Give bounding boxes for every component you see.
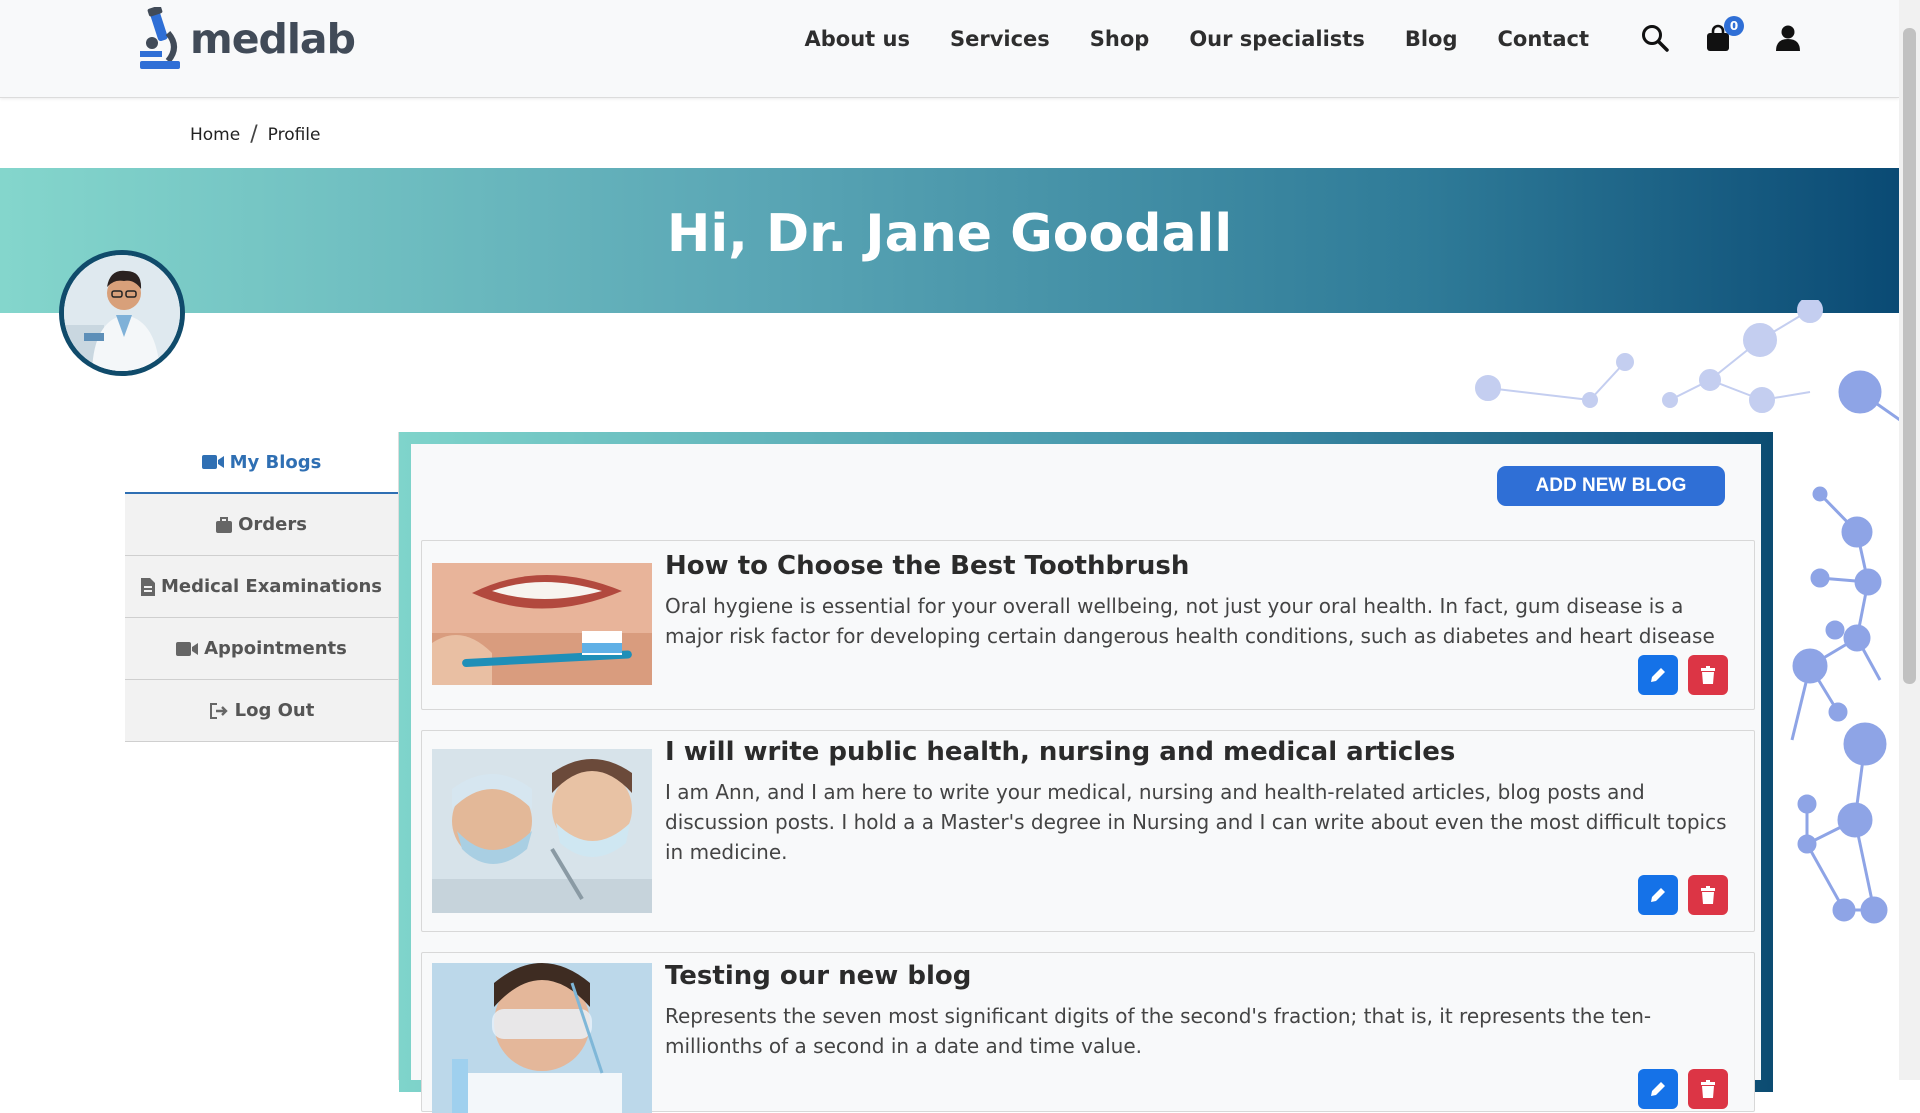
blog-excerpt: Represents the seven most significant di… — [665, 1004, 1652, 1058]
pencil-icon — [1651, 668, 1665, 682]
trash-icon — [1701, 886, 1715, 904]
nav-shop[interactable]: Shop — [1090, 27, 1150, 51]
sidebar-item-my-blogs[interactable]: My Blogs — [125, 432, 398, 494]
search-icon[interactable] — [1641, 24, 1669, 56]
main-nav: About us Services Shop Our specialists B… — [805, 0, 1590, 78]
delete-blog-button[interactable] — [1688, 655, 1728, 695]
cart-count-badge: 0 — [1724, 16, 1744, 36]
profile-banner: Hi, Dr. Jane Goodall — [0, 168, 1899, 313]
breadcrumb-separator: / — [250, 122, 258, 147]
sidebar-item-appointments[interactable]: Appointments — [125, 618, 398, 680]
video-camera-icon — [176, 641, 199, 656]
blog-excerpt: I am Ann, and I am here to write your me… — [665, 780, 1727, 864]
blog-thumbnail-toothbrush[interactable] — [432, 563, 652, 685]
profile-sidebar: My Blogs Orders Medical Examinations App… — [125, 432, 399, 1080]
doctor-portrait — [64, 255, 180, 371]
blog-thumbnail-lab-scientist[interactable] — [432, 963, 652, 1113]
nav-our-specialists[interactable]: Our specialists — [1189, 27, 1365, 51]
nav-blog[interactable]: Blog — [1405, 27, 1458, 51]
sidebar-item-label: Log Out — [234, 700, 315, 721]
microscope-icon — [140, 7, 180, 69]
blog-card: Testing our new blog Represents the seve… — [421, 952, 1755, 1113]
blog-excerpt: Oral hygiene is essential for your overa… — [665, 594, 1715, 648]
breadcrumb-home[interactable]: Home — [190, 125, 240, 145]
blog-card: I will write public health, nursing and … — [421, 730, 1755, 932]
delete-blog-button[interactable] — [1688, 875, 1728, 915]
user-account-icon[interactable] — [1776, 24, 1800, 56]
nav-services[interactable]: Services — [950, 27, 1050, 51]
video-camera-icon — [201, 455, 224, 469]
sidebar-item-label: Medical Examinations — [160, 576, 383, 597]
nav-about-us[interactable]: About us — [805, 27, 910, 51]
add-new-blog-button[interactable]: ADD NEW BLOG — [1497, 466, 1725, 506]
blog-thumbnail-dentists[interactable] — [432, 749, 652, 913]
nav-contact[interactable]: Contact — [1498, 27, 1590, 51]
sidebar-item-label: My Blogs — [229, 451, 322, 473]
file-icon — [140, 577, 155, 596]
sidebar-item-label: Appointments — [204, 638, 347, 659]
delete-blog-button[interactable] — [1688, 1069, 1728, 1109]
scrollbar-thumb[interactable] — [1903, 28, 1916, 684]
breadcrumb-current: Profile — [267, 124, 321, 145]
blog-title[interactable]: I will write public health, nursing and … — [665, 737, 1455, 767]
edit-blog-button[interactable] — [1638, 655, 1678, 695]
page-scrollbar[interactable] — [1899, 0, 1920, 1080]
blog-title[interactable]: How to Choose the Best Toothbrush — [665, 551, 1189, 581]
blogs-panel: ADD NEW BLOG How to Choose the Best Toot… — [399, 432, 1773, 1113]
sidebar-item-log-out[interactable]: Log Out — [125, 680, 398, 742]
blogs-panel-inner: ADD NEW BLOG How to Choose the Best Toot… — [411, 444, 1761, 1113]
site-logo[interactable]: medlab — [138, 6, 356, 72]
logo-text: medlab — [190, 15, 356, 63]
edit-blog-button[interactable] — [1638, 875, 1678, 915]
edit-blog-button[interactable] — [1638, 1069, 1678, 1109]
sidebar-item-orders[interactable]: Orders — [125, 494, 398, 556]
briefcase-icon — [216, 516, 233, 533]
pencil-icon — [1651, 1082, 1665, 1096]
cart-button[interactable]: 0 — [1706, 16, 1744, 56]
trash-icon — [1701, 1080, 1715, 1098]
avatar — [59, 250, 185, 376]
sign-out-icon — [209, 702, 228, 719]
blog-card: How to Choose the Best Toothbrush Oral h… — [421, 540, 1755, 710]
site-header: medlab About us Services Shop Our specia… — [0, 0, 1899, 98]
pencil-icon — [1651, 888, 1665, 902]
sidebar-item-medical-examinations[interactable]: Medical Examinations — [125, 556, 398, 618]
sidebar-item-label: Orders — [238, 514, 307, 535]
breadcrumb: Home / Profile — [190, 122, 320, 147]
trash-icon — [1701, 666, 1715, 684]
page-title: Hi, Dr. Jane Goodall — [666, 204, 1233, 264]
blog-title[interactable]: Testing our new blog — [665, 961, 971, 991]
